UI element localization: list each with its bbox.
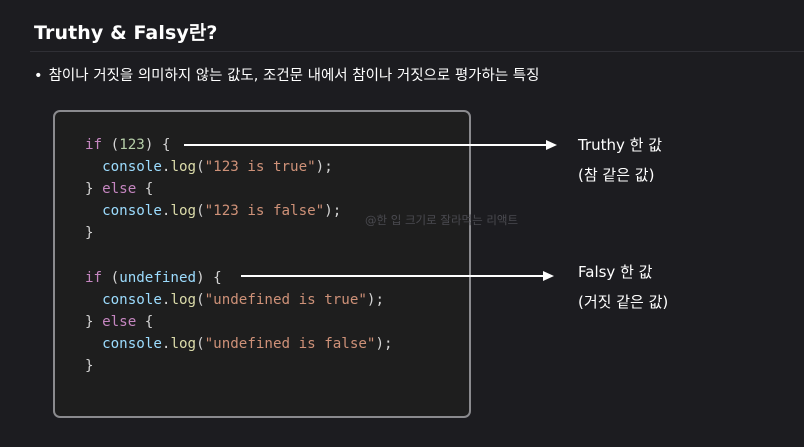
bullet-point: • 참이나 거짓을 의미하지 않는 값도, 조건문 내에서 참이나 거짓으로 평가… (34, 64, 539, 85)
title-divider (30, 51, 804, 52)
string-literal: "123 is false" (204, 203, 325, 220)
punctuation: ( (196, 291, 205, 308)
punctuation: ); (315, 159, 333, 176)
punctuation: { (136, 313, 154, 330)
punctuation: ); (366, 291, 384, 308)
punctuation: } (85, 225, 94, 242)
function-name: log (170, 203, 197, 220)
code-line-4: console.log("123 is false"); (85, 203, 341, 219)
punctuation: } (85, 357, 94, 374)
falsy-label: Falsy 한 값 (578, 263, 653, 281)
watermark: @한 입 크기로 잘라먹는 리액트 (365, 213, 519, 227)
falsy-arrow-icon (241, 271, 554, 281)
identifier: console (102, 291, 162, 308)
bullet-text: 참이나 거짓을 의미하지 않는 값도, 조건문 내에서 참이나 거짓으로 평가하… (48, 68, 540, 84)
function-name: log (170, 291, 197, 308)
code-line-9: } else { (85, 314, 153, 330)
identifier: console (102, 159, 162, 176)
slide: Truthy & Falsy란? • 참이나 거짓을 의미하지 않는 값도, 조건… (0, 0, 804, 447)
code-line-2: console.log("123 is true"); (85, 159, 333, 175)
truthy-sublabel: (참 같은 값) (578, 166, 655, 184)
punctuation: } (85, 313, 103, 330)
code-content: if (123) { console.log("123 is true"); }… (85, 134, 393, 377)
punctuation: ( (102, 137, 120, 153)
keyword: if (85, 269, 103, 286)
punctuation: ); (324, 203, 342, 220)
code-block: if (123) { console.log("123 is true"); }… (53, 110, 471, 418)
punctuation: ( (196, 159, 205, 176)
identifier: console (102, 335, 162, 352)
function-name: log (170, 159, 197, 176)
code-line-10: console.log("undefined is false"); (85, 335, 393, 352)
code-line-7: if (undefined) { (85, 270, 222, 286)
string-literal: "undefined is true" (204, 291, 367, 308)
punctuation: ) { (144, 137, 171, 153)
function-name: log (170, 335, 197, 352)
punctuation: ); (375, 335, 393, 352)
falsy-annotation: Falsy 한 값 (거짓 같은 값) (578, 257, 668, 317)
code-line-3: } else { (85, 181, 153, 197)
string-literal: "undefined is false" (204, 335, 376, 352)
falsy-sublabel: (거짓 같은 값) (578, 293, 669, 311)
code-line-1: if (123) { (85, 137, 170, 153)
identifier: console (102, 203, 162, 220)
punctuation: { (136, 181, 154, 198)
keyword: else (102, 313, 137, 330)
code-line-11: } (85, 358, 94, 374)
truthy-annotation: Truthy 한 값 (참 같은 값) (578, 130, 662, 190)
code-line-5: } (85, 225, 94, 241)
keyword: if (85, 137, 103, 153)
truthy-label: Truthy 한 값 (578, 136, 663, 154)
punctuation: ) { (196, 269, 222, 286)
punctuation: ( (102, 269, 120, 286)
identifier: undefined (119, 269, 197, 286)
number-literal: 123 (119, 137, 145, 153)
punctuation: } (85, 181, 103, 198)
truthy-arrow-icon (184, 140, 557, 150)
string-literal: "123 is true" (204, 159, 316, 176)
keyword: else (102, 181, 137, 198)
bullet-marker: • (34, 68, 43, 84)
page-title: Truthy & Falsy란? (34, 22, 218, 44)
code-line-8: console.log("undefined is true"); (85, 292, 384, 308)
punctuation: ( (196, 335, 205, 352)
punctuation: ( (196, 203, 205, 220)
